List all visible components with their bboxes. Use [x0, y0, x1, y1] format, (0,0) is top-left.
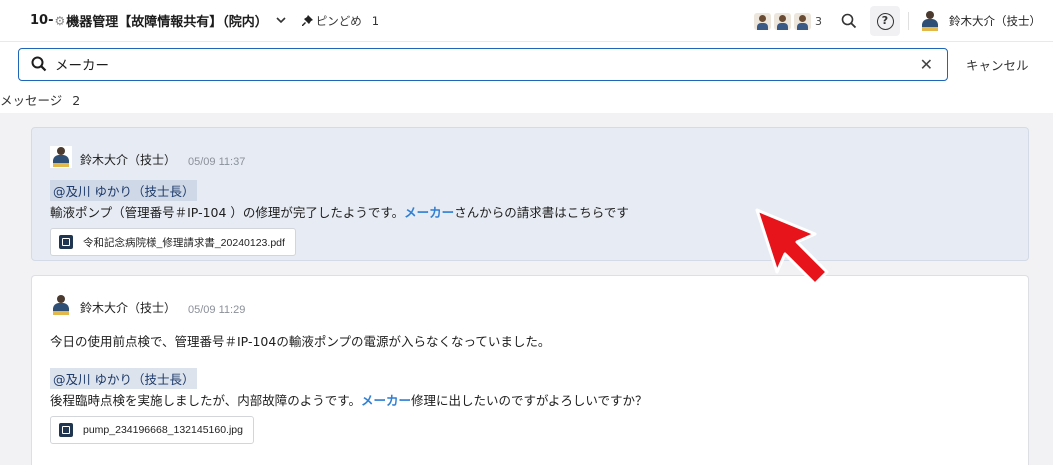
file-icon — [59, 423, 73, 437]
result-count: メッセージ 2 — [0, 90, 80, 109]
attachment-name: pump_234196668_132145160.jpg — [83, 424, 243, 436]
channel-name: 機器管理【故障情報共有】（院内） — [66, 15, 268, 30]
search-box[interactable]: ✕ — [18, 47, 948, 81]
search-results: 鈴木大介（技士） 05/09 11:37 @及川 ゆかり（技士長） 輸液ポンプ（… — [0, 113, 1053, 465]
message-text: 後程臨時点検を実施しましたが、内部故障のようです。メーカー修理に出したいのですが… — [50, 390, 648, 409]
message-text-part: さんからの請求書はこちらです — [454, 205, 629, 220]
search-row: ✕ キャンセル — [18, 47, 1053, 81]
message-header: 鈴木大介（技士） 05/09 11:37 — [50, 146, 245, 168]
result-number: 2 — [72, 93, 81, 108]
message-time: 05/09 11:37 — [188, 156, 246, 168]
clear-search-button[interactable]: ✕ — [920, 55, 933, 74]
message-time: 05/09 11:29 — [188, 304, 246, 316]
pinned-messages-button[interactable]: ピンどめ 1 — [301, 13, 380, 29]
channel-prefix: 10- — [30, 13, 54, 28]
search-highlight: メーカー — [404, 205, 455, 220]
help-icon: ? — [876, 12, 894, 30]
message-author[interactable]: 鈴木大介（技士） — [80, 299, 176, 316]
member-count: 3 — [815, 14, 822, 28]
search-highlight: メーカー — [361, 393, 412, 408]
message-card[interactable]: 鈴木大介（技士） 05/09 11:37 @及川 ゆかり（技士長） 輸液ポンプ（… — [31, 127, 1029, 261]
help-button[interactable]: ? — [870, 6, 900, 36]
message-text-part: 輸液ポンプ（管理番号＃IP-104 ）の修理が完了したようです。 — [50, 205, 405, 220]
result-label: メッセージ — [0, 93, 63, 108]
message-card[interactable]: 鈴木大介（技士） 05/09 11:29 今日の使用前点検で、管理番号＃IP-1… — [31, 275, 1029, 465]
message-text: 今日の使用前点検で、管理番号＃IP-104の輸液ポンプの電源が入らなくなっていま… — [50, 334, 551, 349]
attachment-name: 令和記念病院様_修理請求書_20240123.pdf — [83, 236, 285, 249]
gear-icon: ⚙ — [54, 13, 66, 28]
current-user-name: 鈴木大介（技士） — [949, 14, 1041, 28]
message-author[interactable]: 鈴木大介（技士） — [80, 151, 176, 168]
file-icon — [59, 235, 73, 249]
pin-count: 1 — [371, 13, 380, 28]
search-icon[interactable] — [838, 10, 860, 32]
avatar — [50, 146, 72, 168]
avatar — [794, 12, 811, 30]
channel-title[interactable]: 10- ⚙ 機器管理【故障情報共有】（院内） — [30, 11, 286, 30]
message-header: 鈴木大介（技士） 05/09 11:29 — [50, 294, 245, 316]
avatar — [919, 10, 941, 32]
pin-label: ピンどめ — [315, 13, 362, 28]
avatar — [774, 12, 791, 30]
avatar — [754, 12, 771, 30]
current-user-menu[interactable]: 鈴木大介（技士） — [919, 10, 1041, 32]
channel-header: 10- ⚙ 機器管理【故障情報共有】（院内） ピンどめ 1 3 ? 鈴木大介（技… — [0, 0, 1053, 42]
search-input[interactable] — [55, 56, 885, 72]
cancel-button[interactable]: キャンセル — [966, 55, 1029, 74]
search-icon — [31, 56, 47, 72]
chevron-down-icon[interactable] — [276, 14, 286, 27]
mention[interactable]: @及川 ゆかり（技士長） — [50, 180, 198, 201]
message-text-part: 後程臨時点検を実施しましたが、内部故障のようです。 — [50, 393, 362, 408]
pin-icon — [301, 15, 313, 26]
mention[interactable]: @及川 ゆかり（技士長） — [50, 368, 198, 389]
attachment[interactable]: 令和記念病院様_修理請求書_20240123.pdf — [50, 228, 296, 256]
message-text: 輸液ポンプ（管理番号＃IP-104 ）の修理が完了したようです。メーカーさんから… — [50, 202, 629, 221]
pointer-arrow-icon — [755, 208, 829, 286]
attachment[interactable]: pump_234196668_132145160.jpg — [50, 416, 254, 444]
message-text-part: 修理に出したいのですがよろしいですか？ — [411, 393, 648, 408]
member-avatars[interactable]: 3 — [751, 12, 832, 30]
divider — [908, 12, 909, 30]
avatar — [50, 294, 72, 316]
